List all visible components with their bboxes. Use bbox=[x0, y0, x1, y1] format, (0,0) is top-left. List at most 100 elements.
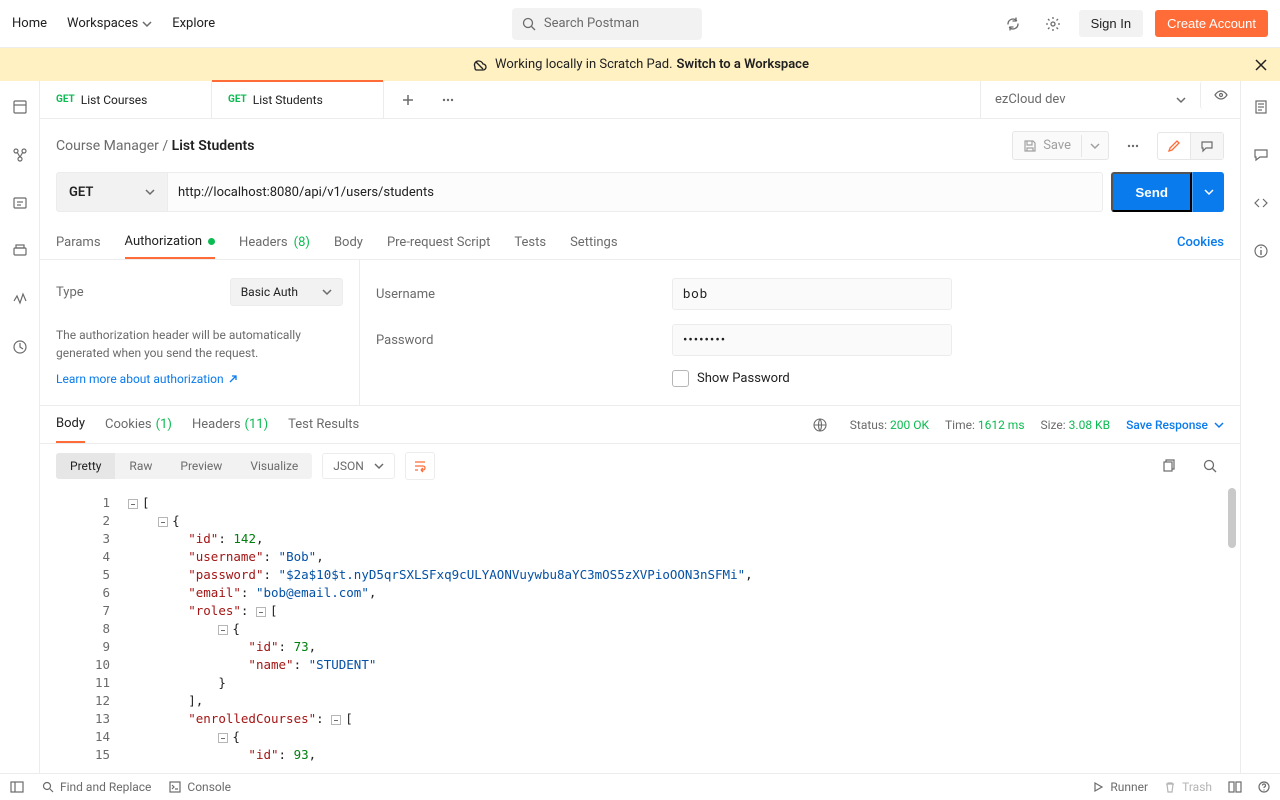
nav-home[interactable]: Home bbox=[12, 16, 47, 31]
search-placeholder: Search Postman bbox=[544, 16, 639, 31]
learn-more-link[interactable]: Learn more about authorization bbox=[56, 372, 238, 386]
chevron-down-icon bbox=[142, 19, 152, 29]
search-input[interactable]: Search Postman bbox=[512, 8, 702, 40]
sync-icon[interactable] bbox=[999, 10, 1027, 38]
info-icon[interactable] bbox=[1247, 237, 1275, 265]
send-dropdown[interactable] bbox=[1192, 172, 1224, 212]
url-value: http://localhost:8080/api/v1/users/stude… bbox=[178, 185, 434, 200]
nav-workspaces-label: Workspaces bbox=[67, 16, 138, 31]
resp-tab-headers[interactable]: Headers (11) bbox=[192, 406, 268, 443]
environment-select[interactable]: ezCloud dev bbox=[980, 81, 1200, 118]
nav-explore[interactable]: Explore bbox=[172, 16, 215, 31]
tab-list-students[interactable]: GET List Students bbox=[212, 81, 384, 118]
send-button[interactable]: Send bbox=[1111, 172, 1192, 212]
resp-tab-cookies[interactable]: Cookies (1) bbox=[105, 406, 172, 443]
save-button[interactable]: Save bbox=[1013, 132, 1081, 159]
resp-cookies-label: Cookies bbox=[105, 417, 152, 432]
view-pretty[interactable]: Pretty bbox=[56, 453, 115, 479]
status-value: 200 OK bbox=[890, 418, 929, 432]
switch-workspace-link[interactable]: Switch to a Workspace bbox=[677, 57, 809, 72]
more-actions-icon[interactable] bbox=[1119, 132, 1147, 160]
tab-actions-icon[interactable] bbox=[434, 86, 462, 114]
wrap-lines-icon[interactable] bbox=[405, 452, 435, 480]
vertical-scrollbar[interactable] bbox=[1228, 488, 1236, 548]
settings-icon[interactable] bbox=[1039, 10, 1067, 38]
help-button[interactable] bbox=[1258, 781, 1270, 793]
tab-title: List Courses bbox=[81, 93, 148, 107]
collections-icon[interactable] bbox=[6, 93, 34, 121]
create-account-button[interactable]: Create Account bbox=[1155, 10, 1268, 37]
banner-close-icon[interactable] bbox=[1254, 58, 1268, 72]
time-label: Time: bbox=[945, 418, 975, 432]
tab-method: GET bbox=[56, 94, 75, 105]
save-response-label: Save Response bbox=[1126, 418, 1208, 432]
view-preview[interactable]: Preview bbox=[166, 453, 236, 479]
trash-button[interactable]: Trash bbox=[1164, 780, 1212, 794]
auth-type-select[interactable]: Basic Auth bbox=[230, 278, 343, 306]
offline-icon bbox=[471, 57, 487, 73]
environment-quicklook-icon[interactable] bbox=[1200, 81, 1240, 109]
auth-type-label: Type bbox=[56, 285, 84, 300]
password-value: •••••••• bbox=[683, 333, 726, 348]
find-replace-button[interactable]: Find and Replace bbox=[42, 780, 151, 794]
nav-workspaces[interactable]: Workspaces bbox=[67, 16, 152, 31]
auth-description: The authorization header will be automat… bbox=[56, 326, 343, 362]
password-input[interactable]: •••••••• bbox=[672, 324, 952, 356]
signin-button[interactable]: Sign In bbox=[1079, 10, 1143, 37]
tab-authorization[interactable]: Authorization bbox=[125, 226, 216, 259]
view-raw[interactable]: Raw bbox=[115, 453, 166, 479]
tab-body[interactable]: Body bbox=[334, 226, 363, 259]
response-body-viewer[interactable]: [ { "id": 142, "username": "Bob", "passw… bbox=[128, 488, 1240, 773]
runner-button[interactable]: Runner bbox=[1092, 780, 1148, 794]
resp-tab-body[interactable]: Body bbox=[56, 406, 85, 443]
search-icon bbox=[522, 17, 536, 31]
learn-label: Learn more about authorization bbox=[56, 372, 224, 386]
documentation-icon[interactable] bbox=[1247, 93, 1275, 121]
breadcrumb-parent[interactable]: Course Manager bbox=[56, 138, 159, 154]
tab-tests[interactable]: Tests bbox=[514, 226, 546, 259]
search-response-icon[interactable] bbox=[1196, 452, 1224, 480]
line-number-gutter: 123456789101112131415 bbox=[56, 488, 128, 773]
show-password-label: Show Password bbox=[697, 371, 790, 386]
new-tab-icon[interactable] bbox=[394, 86, 422, 114]
view-visualize[interactable]: Visualize bbox=[236, 453, 312, 479]
url-input[interactable]: http://localhost:8080/api/v1/users/stude… bbox=[168, 172, 1103, 212]
save-response-button[interactable]: Save Response bbox=[1126, 418, 1224, 432]
size-label: Size: bbox=[1041, 418, 1066, 432]
apis-icon[interactable] bbox=[6, 141, 34, 169]
banner-text: Working locally in Scratch Pad. bbox=[495, 57, 672, 72]
comment-icon[interactable] bbox=[1190, 133, 1223, 159]
code-snippet-icon[interactable] bbox=[1247, 189, 1275, 217]
tab-list-courses[interactable]: GET List Courses bbox=[40, 81, 212, 118]
console-button[interactable]: Console bbox=[169, 780, 231, 794]
network-icon[interactable] bbox=[806, 411, 834, 439]
comments-icon[interactable] bbox=[1247, 141, 1275, 169]
tab-title: List Students bbox=[253, 93, 323, 107]
tab-params[interactable]: Params bbox=[56, 226, 101, 259]
console-label: Console bbox=[187, 780, 231, 794]
format-select[interactable]: JSON bbox=[322, 453, 395, 479]
tab-settings[interactable]: Settings bbox=[570, 226, 617, 259]
monitors-icon[interactable] bbox=[6, 285, 34, 313]
cookies-link[interactable]: Cookies bbox=[1177, 235, 1224, 250]
mock-servers-icon[interactable] bbox=[6, 237, 34, 265]
hide-sidebar-button[interactable] bbox=[10, 780, 24, 794]
save-icon bbox=[1023, 139, 1037, 153]
copy-icon[interactable] bbox=[1154, 452, 1182, 480]
resp-tab-test-results[interactable]: Test Results bbox=[288, 406, 359, 443]
tab-headers[interactable]: Headers (8) bbox=[239, 226, 310, 259]
edit-icon[interactable] bbox=[1158, 133, 1190, 159]
save-dropdown[interactable] bbox=[1081, 135, 1108, 157]
scratch-pad-banner: Working locally in Scratch Pad. Switch t… bbox=[0, 48, 1280, 81]
tab-method: GET bbox=[228, 94, 247, 105]
http-method-select[interactable]: GET bbox=[56, 172, 168, 212]
breadcrumb: Course Manager / List Students bbox=[56, 138, 254, 154]
history-icon[interactable] bbox=[6, 333, 34, 361]
show-password-checkbox[interactable] bbox=[672, 370, 689, 387]
environments-icon[interactable] bbox=[6, 189, 34, 217]
tab-prerequest[interactable]: Pre-request Script bbox=[387, 226, 490, 259]
trash-label: Trash bbox=[1182, 780, 1212, 794]
external-link-icon bbox=[228, 374, 238, 384]
two-pane-button[interactable] bbox=[1228, 781, 1242, 793]
username-input[interactable]: bob bbox=[672, 278, 952, 310]
